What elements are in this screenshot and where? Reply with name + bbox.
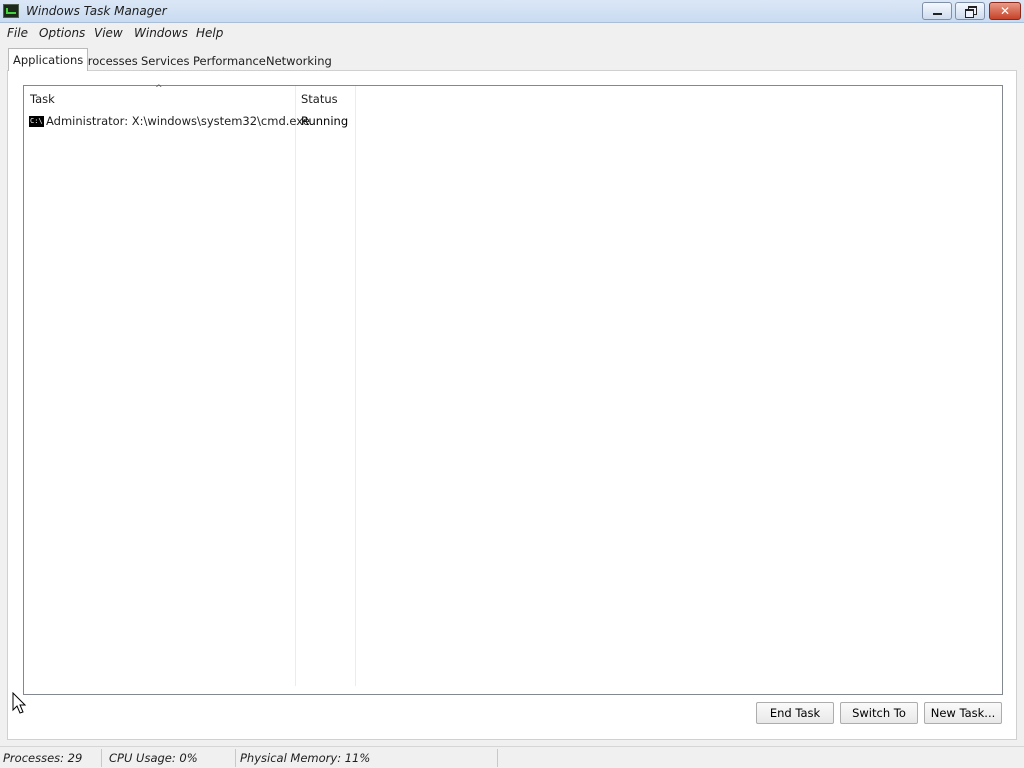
minimize-button[interactable] <box>922 2 952 20</box>
column-header-status[interactable]: Status <box>301 92 338 106</box>
status-bar: Processes: 29 CPU Usage: 0% Physical Mem… <box>0 746 1024 768</box>
sort-ascending-icon: ^ <box>155 84 163 94</box>
task-name: Administrator: X:\windows\system32\cmd.e… <box>46 114 310 128</box>
window-title: Windows Task Manager <box>26 4 167 18</box>
menu-view[interactable]: View <box>94 26 123 40</box>
task-status: Running <box>301 114 349 128</box>
tab-networking[interactable]: Networking <box>262 52 336 70</box>
end-task-button[interactable]: End Task <box>756 702 834 724</box>
menu-windows[interactable]: Windows <box>134 26 188 40</box>
tab-performance[interactable]: Performance <box>189 52 270 70</box>
task-manager-icon <box>3 4 19 18</box>
status-divider <box>235 749 236 767</box>
cpu-usage: CPU Usage: 0% <box>109 751 198 765</box>
mouse-pointer-icon <box>12 692 27 714</box>
column-header-task[interactable]: Task <box>30 92 55 106</box>
menu-bar: File Options View Windows Help <box>0 23 1024 43</box>
menu-help[interactable]: Help <box>196 26 223 40</box>
column-divider[interactable] <box>295 86 296 686</box>
minimize-icon <box>932 13 942 15</box>
switch-to-button[interactable]: Switch To <box>840 702 918 724</box>
menu-options[interactable]: Options <box>39 26 85 40</box>
tab-applications[interactable]: Applications <box>8 48 89 71</box>
status-divider <box>101 749 102 767</box>
title-bar[interactable]: Windows Task Manager ✕ <box>0 0 1024 23</box>
restore-icon <box>964 6 977 18</box>
restore-button[interactable] <box>955 2 985 20</box>
menu-file[interactable]: File <box>7 26 28 40</box>
cmd-icon: C:\ <box>29 115 44 127</box>
processes-count: Processes: 29 <box>3 751 83 765</box>
tab-services[interactable]: Services <box>137 52 194 70</box>
status-divider <box>497 749 498 767</box>
new-task-button[interactable]: New Task... <box>924 702 1002 724</box>
column-divider[interactable] <box>355 86 356 686</box>
physical-memory: Physical Memory: 11% <box>240 751 371 765</box>
task-row[interactable]: C:\ Administrator: X:\windows\system32\c… <box>29 113 310 129</box>
close-icon: ✕ <box>999 4 1011 18</box>
task-list[interactable]: Task ^ Status C:\ Administrator: X:\wind… <box>23 84 1003 695</box>
close-button[interactable]: ✕ <box>989 2 1021 20</box>
